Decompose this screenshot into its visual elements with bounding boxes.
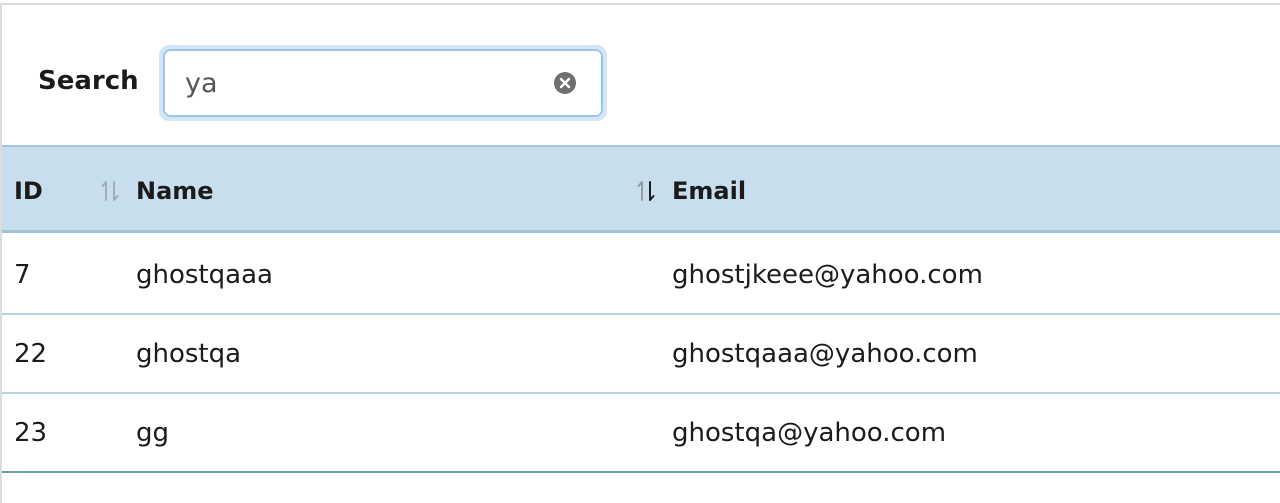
search-bar: Search (2, 5, 1280, 143)
search-field-wrapper (159, 45, 607, 121)
cell-name: gg (136, 418, 170, 448)
cell-email: ghostqaaa@yahoo.com (672, 339, 978, 369)
cell-id: 7 (14, 260, 31, 290)
cell-email: ghostjkeee@yahoo.com (672, 260, 983, 290)
sort-icon-id[interactable] (100, 179, 120, 203)
search-label: Search (38, 66, 139, 96)
cell-name: ghostqaaa (136, 260, 273, 290)
table-panel: Search ID Name Email 7 ghostqaaa gho (0, 3, 1280, 503)
table-row[interactable]: 23 gg ghostqa@yahoo.com (2, 394, 1280, 473)
sort-icon-name[interactable] (636, 179, 656, 203)
column-header-email[interactable]: Email (672, 147, 746, 235)
column-header-name[interactable]: Name (136, 147, 214, 235)
table-header-row: ID Name Email (2, 145, 1280, 233)
data-table: ID Name Email 7 ghostqaaa ghostjkeee@yah… (2, 145, 1280, 475)
clear-icon[interactable] (553, 71, 577, 95)
cell-id: 22 (14, 339, 48, 369)
cell-id: 23 (14, 418, 48, 448)
cell-email: ghostqa@yahoo.com (672, 418, 947, 448)
search-input[interactable] (163, 49, 603, 117)
table-row[interactable]: 7 ghostqaaa ghostjkeee@yahoo.com (2, 236, 1280, 315)
column-header-id[interactable]: ID (14, 147, 43, 235)
table-row[interactable]: 22 ghostqa ghostqaaa@yahoo.com (2, 315, 1280, 394)
cell-name: ghostqa (136, 339, 242, 369)
